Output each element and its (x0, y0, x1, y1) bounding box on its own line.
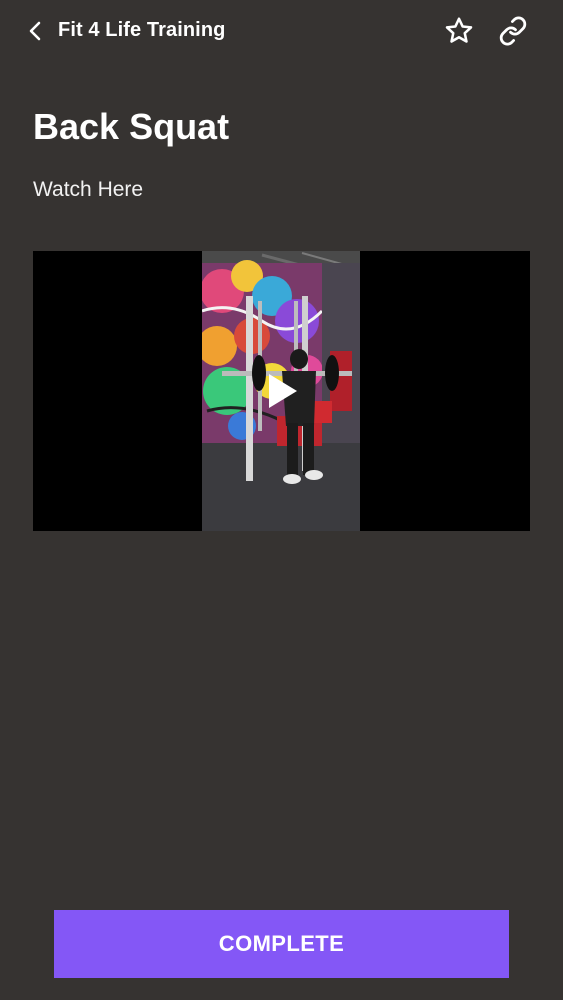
share-link-button[interactable] (496, 14, 530, 48)
back-button[interactable] (20, 16, 50, 46)
exercise-title: Back Squat (33, 106, 230, 147)
link-icon (499, 16, 527, 46)
play-button[interactable] (263, 369, 303, 413)
favorite-button[interactable] (442, 14, 476, 48)
app-title: Fit 4 Life Training (58, 19, 226, 41)
top-bar: Fit 4 Life Training (0, 0, 563, 62)
watch-here-text: Watch Here (33, 178, 144, 201)
star-outline-icon (445, 17, 473, 43)
complete-button[interactable]: COMPLETE (54, 910, 509, 978)
video-player[interactable] (33, 251, 530, 531)
chevron-left-icon (29, 21, 41, 41)
play-icon (269, 374, 297, 408)
